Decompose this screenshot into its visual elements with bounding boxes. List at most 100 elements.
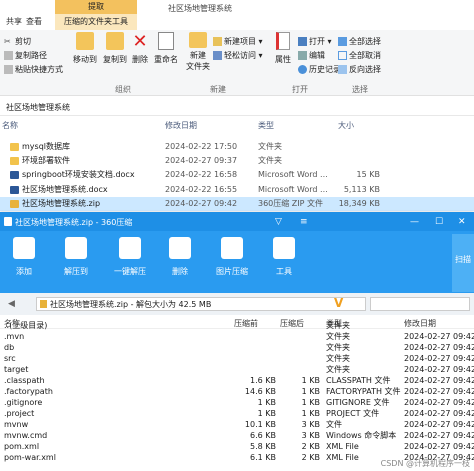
- zip-row[interactable]: .mvn 文件夹 2024-02-27 09:42: [0, 331, 474, 342]
- zip-entry-name: pom.xml: [4, 442, 40, 451]
- history-button[interactable]: 历史记录: [298, 64, 341, 75]
- cut-button[interactable]: ✂ 剪切: [4, 36, 31, 47]
- zip-entry-date: 2024-02-27 09:42: [404, 398, 474, 407]
- file-row[interactable]: 社区场地管理系统.docx 2024-02-22 16:55 Microsoft W…: [0, 183, 474, 197]
- zip-entry-name: ..(上级目录): [4, 321, 48, 330]
- copy-path-icon: [4, 51, 13, 60]
- zip-entry-type: 文件夹: [326, 332, 350, 341]
- copy-path-button[interactable]: 复制路径: [4, 50, 47, 61]
- tab-share[interactable]: 共享: [6, 16, 22, 27]
- skin-icon[interactable]: ▽: [275, 217, 282, 227]
- move-to-button[interactable]: 移动到: [70, 32, 100, 65]
- zip-entry-date: 2024-02-27 09:42: [404, 409, 474, 418]
- zip-row[interactable]: pom.xml 5.8 KB 2 KB XML File 2024-02-27 09:4…: [0, 441, 474, 452]
- delete-button[interactable]: ✕ 删除: [130, 32, 150, 65]
- copy-to-button[interactable]: 复制到: [100, 32, 130, 65]
- zip-entry-name: .project: [4, 409, 35, 418]
- paste-icon: [4, 65, 13, 74]
- zip-entry-name: .mvn: [4, 332, 25, 341]
- add-icon: [13, 237, 35, 259]
- select-all-icon: [338, 37, 347, 46]
- zip-path-text: 社区场地管理系统.zip - 解包大小为 42.5 MB: [50, 300, 212, 309]
- history-icon: [298, 65, 307, 74]
- zip-entry-name: pom-war.xml: [4, 453, 56, 462]
- zip-entry-name: mvnw: [4, 420, 29, 429]
- col-size[interactable]: 大小: [338, 120, 354, 131]
- file-date: 2024-02-22 16:58: [165, 170, 238, 180]
- zip-search-input[interactable]: [370, 297, 470, 311]
- minimize-icon[interactable]: —: [410, 217, 419, 227]
- file-type: 文件夹: [258, 142, 282, 151]
- path-dropdown-icon[interactable]: V: [334, 296, 343, 310]
- col-name[interactable]: 名称: [2, 120, 18, 131]
- zip-extract-to-button[interactable]: 解压到: [54, 237, 98, 277]
- zip-entry-unpacked: 1 KB: [301, 409, 320, 418]
- zip-entry-date: 2024-02-27 09:42: [404, 387, 474, 396]
- window-title: 社区场地管理系统: [168, 4, 232, 13]
- zip-one-click-extract-button[interactable]: 一键解压: [108, 237, 152, 277]
- select-all-button[interactable]: 全部选择: [338, 36, 381, 47]
- zip-tools-button[interactable]: 工具: [262, 237, 306, 277]
- menu-icon[interactable]: ≡: [300, 217, 308, 227]
- zip-row[interactable]: .factorypath 14.6 KB 1 KB FACTORYPATH 文件 202…: [0, 386, 474, 397]
- zip-entry-type: CLASSPATH 文件: [326, 376, 391, 385]
- maximize-icon[interactable]: ☐: [435, 217, 443, 227]
- invert-selection-icon: [338, 65, 347, 74]
- address-bar[interactable]: 社区场地管理系统: [0, 98, 474, 116]
- zip-entry-date: 2024-02-27 09:42: [404, 354, 474, 363]
- col-type[interactable]: 类型: [258, 120, 274, 131]
- file-date: 2024-02-22 16:55: [165, 184, 238, 194]
- zip-entry-type: 文件夹: [326, 365, 350, 374]
- zip-add-button[interactable]: 添加: [2, 237, 46, 277]
- file-name: 社区场地管理系统.zip: [22, 198, 101, 208]
- edit-button[interactable]: 编辑: [298, 50, 325, 61]
- one-click-extract-icon: [119, 237, 141, 259]
- zip-row[interactable]: .gitignore 1 KB 1 KB GITIGNORE 文件 2024-02-27…: [0, 397, 474, 408]
- zip-row[interactable]: ..(上级目录) 文件夹: [0, 320, 474, 331]
- invert-selection-button[interactable]: 反向选择: [338, 64, 381, 75]
- zip-delete-button[interactable]: 删除: [158, 237, 202, 277]
- move-folder-icon: [76, 32, 94, 50]
- zip-entry-type: 文件夹: [326, 354, 350, 363]
- rename-button[interactable]: 重命名: [152, 32, 180, 65]
- zip-entry-packed: 6.1 KB: [250, 453, 276, 462]
- zip-row[interactable]: mvnw.cmd 6.6 KB 3 KB Windows 命令脚本 2024-02-27…: [0, 430, 474, 441]
- new-item-icon: [213, 37, 222, 46]
- new-item-button[interactable]: 新建项目 ▾: [213, 36, 263, 47]
- file-row[interactable]: 环境部署软件 2024-02-27 09:37 文件夹: [0, 154, 474, 168]
- tab-extract[interactable]: 提取: [55, 0, 137, 14]
- zip-row[interactable]: src 文件夹 2024-02-27 09:42: [0, 353, 474, 364]
- zip-entry-packed: 5.8 KB: [250, 442, 276, 451]
- new-folder-button[interactable]: 新建 文件夹: [185, 32, 211, 72]
- properties-button[interactable]: 属性: [272, 32, 294, 65]
- file-row[interactable]: 社区场地管理系统.zip 2024-02-27 09:42 360压缩 ZIP 文件…: [0, 196, 474, 211]
- file-type: 文件夹: [258, 156, 282, 166]
- tab-compressed-tools[interactable]: 压缩的文件夹工具: [55, 14, 137, 30]
- zip-row[interactable]: .project 1 KB 1 KB PROJECT 文件 2024-02-27 09:…: [0, 408, 474, 419]
- zip-entry-name: db: [4, 343, 15, 352]
- tab-view[interactable]: 查看: [26, 16, 42, 27]
- rename-icon: [158, 32, 174, 50]
- zip-row[interactable]: target 文件夹 2024-02-27 09:42: [0, 364, 474, 375]
- zip-row[interactable]: mvnw 10.1 KB 3 KB 文件 2024-02-27 09:42: [0, 419, 474, 430]
- zip-entry-packed: 10.1 KB: [244, 420, 276, 429]
- zip-row[interactable]: db 文件夹 2024-02-27 09:42: [0, 342, 474, 353]
- zip-entry-unpacked: 2 KB: [301, 453, 320, 462]
- open-button[interactable]: 打开 ▾: [298, 36, 332, 47]
- zip-toolbar: 添加 解压到 一键解压 删除 图片压缩 工具: [0, 231, 474, 293]
- zip-row[interactable]: .classpath 1.6 KB 1 KB CLASSPATH 文件 2024-02-…: [0, 375, 474, 386]
- file-row[interactable]: springboot环境安装文档.docx 2024-02-22 16:58 Mic…: [0, 168, 474, 182]
- zip-image-compress-button[interactable]: 图片压缩: [210, 237, 254, 277]
- paste-shortcut-button[interactable]: 粘贴快捷方式: [4, 64, 63, 75]
- back-arrow-icon[interactable]: ◀: [8, 299, 15, 309]
- scan-button[interactable]: 扫描: [452, 234, 474, 292]
- easy-access-button[interactable]: 轻松访问 ▾: [213, 50, 263, 61]
- zip-app-icon: [4, 217, 12, 226]
- file-row[interactable]: mysql数据库 2024-02-22 17:50 文件夹: [0, 140, 474, 154]
- select-none-button[interactable]: 全部取消: [338, 50, 381, 61]
- file-type: Microsoft Word ...: [258, 184, 328, 194]
- recycle-icon: [169, 237, 191, 259]
- close-icon[interactable]: ✕: [458, 217, 466, 227]
- col-date[interactable]: 修改日期: [165, 120, 197, 131]
- file-list-header: 名称 修改日期 类型 大小: [0, 120, 474, 136]
